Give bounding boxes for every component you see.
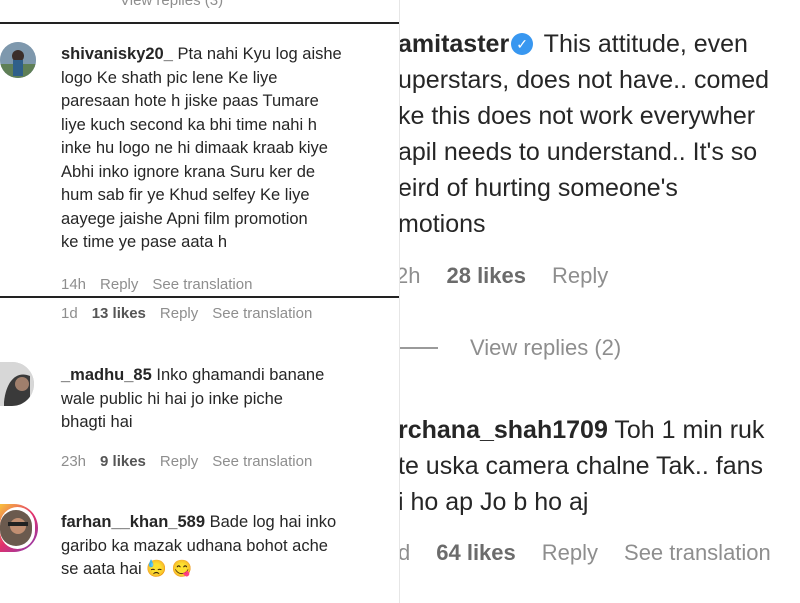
comment-line-9: ke time ye pase aata h (61, 233, 228, 251)
comment-amitaster: amitaster ✓ This attitude, even uperstars… (400, 26, 769, 242)
comment-rchana-shah: rchana_shah1709 Toh 1 min ruk te uska ca… (400, 412, 764, 520)
username-amitaster[interactable]: amitaster (400, 30, 509, 58)
comment-line-1: Inko ghamandi banane (156, 366, 325, 384)
comment-line-5: inke hu logo ne hi dimaak kraab kiye (61, 139, 328, 157)
comment-line-2: garibo ka mazak udhana bohot ache (61, 536, 328, 555)
comment-farhan-khan: farhan__khan_589 Bade log hai inko garib… (61, 511, 396, 582)
comment-time: 14h (61, 276, 87, 293)
comment-meta-madhu85: 23h 9 likes Reply See translation (61, 453, 326, 470)
left-comments-panel: View replies (3) shivanisky20_ Pta nahi … (0, 0, 400, 603)
comment-line-2: logo Ke shath pic lene Ke liye (61, 68, 278, 87)
comment-line-6: motions (400, 210, 486, 238)
comment-line-3: se aata hai 😓 😋 (61, 560, 192, 578)
likes-count[interactable]: 9 likes (100, 453, 146, 470)
comment-line-3: ke this does not work everywher (400, 102, 756, 130)
reply-button[interactable]: Reply (552, 263, 608, 288)
comment-line-4: liye kuch second ka bhi time nahi h (61, 115, 317, 134)
reply-button[interactable]: Reply (542, 540, 598, 565)
comment-shivanisky20: shivanisky20_ Pta nahi Kyu log aishe log… (61, 43, 396, 255)
likes-count[interactable]: 28 likes (446, 263, 526, 288)
username-farhan-khan[interactable]: farhan__khan_589 (61, 513, 205, 531)
avatar-image (0, 42, 36, 78)
comment-line-2: te uska camera chalne Tak.. fans (400, 452, 764, 480)
avatar-image (0, 362, 34, 406)
comment-line-1: This attitude, even (543, 30, 748, 58)
comment-line-2: wale public hi hai jo inke piche (61, 389, 283, 408)
comment-line-5: eird of hurting someone's (400, 174, 678, 202)
divider-top (0, 22, 400, 24)
comment-madhu85: _madhu_85 Inko ghamandi banane wale publ… (61, 364, 396, 435)
likes-count[interactable]: 64 likes (436, 540, 516, 565)
username-shivanisky20[interactable]: shivanisky20_ (61, 45, 173, 63)
reply-button[interactable]: Reply (160, 305, 198, 322)
comment-line-6: Abhi inko ignore krana Suru ker de (61, 162, 316, 181)
comment-time: 2h (400, 263, 421, 288)
comment-line-3: bhagti hai (61, 413, 133, 431)
view-replies-button[interactable]: View replies (2) (470, 335, 621, 361)
comment-line-1: Bade log hai inko (209, 513, 337, 531)
see-translation-button[interactable]: See translation (152, 276, 252, 293)
comment-line-1: Pta nahi Kyu log aishe (177, 45, 342, 63)
verified-badge-icon: ✓ (511, 33, 534, 55)
reply-button[interactable]: Reply (160, 453, 198, 470)
avatar-madhu85[interactable] (0, 362, 34, 406)
view-replies-line (400, 347, 438, 349)
comment-line-7: hum sab fir ye Khud selfey Ke liye (61, 186, 310, 204)
comment-line-4: apil needs to understand.. It's so (400, 138, 758, 166)
reply-button[interactable]: Reply (100, 276, 138, 293)
username-rchana-shah[interactable]: rchana_shah1709 (400, 416, 608, 444)
divider-middle (0, 296, 400, 298)
comment-meta-underlying: 1d 13 likes Reply See translation (61, 305, 326, 322)
comment-time: 23h (61, 453, 87, 470)
comment-line-3: paresaan hote h jiske paas Tumare (61, 92, 319, 110)
see-translation-button[interactable]: See translation (624, 540, 771, 565)
right-comments-panel: amitaster ✓ This attitude, even uperstars… (400, 0, 800, 603)
comment-line-3: i ho ap Jo b ho aj (400, 488, 589, 516)
comment-meta-rchana-shah: d 64 likes Reply See translation (400, 540, 797, 566)
comment-line-2: uperstars, does not have.. comed (400, 66, 770, 94)
avatar-image (0, 507, 35, 549)
avatar-shivanisky20[interactable] (0, 42, 36, 78)
see-translation-button[interactable]: See translation (212, 453, 312, 470)
avatar-farhan-khan[interactable] (0, 504, 38, 552)
comment-meta-shivanisky20: 14h Reply See translation (61, 276, 266, 293)
see-translation-button[interactable]: See translation (212, 305, 312, 322)
likes-count[interactable]: 13 likes (92, 305, 146, 322)
view-replies-partial[interactable]: View replies (3) (120, 0, 223, 9)
comment-time: d (400, 540, 411, 565)
comment-line-1: Toh 1 min ruk (614, 416, 765, 444)
comment-meta-amitaster: 2h 28 likes Reply (400, 263, 634, 289)
comment-line-8: aayege jaishe Apni film promotion (61, 209, 308, 228)
username-madhu85[interactable]: _madhu_85 (61, 366, 152, 384)
comment-time: 1d (61, 305, 78, 322)
